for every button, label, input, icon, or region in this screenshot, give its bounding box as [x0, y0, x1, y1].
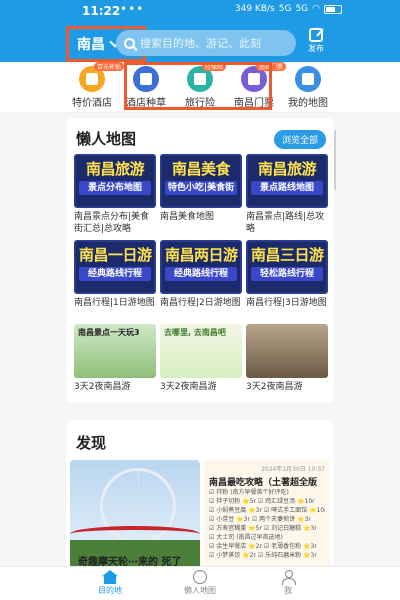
map-caption: 南昌行程|3日游地图 [246, 298, 327, 308]
map-card[interactable]: 3天2夜南昌游 [246, 324, 328, 405]
quick-item-label: 我的地图 [288, 98, 328, 109]
map-caption: 南昌行程|1日游地图 [74, 298, 155, 308]
note-date: 2024年1月30日 10:37 [261, 466, 325, 473]
note-line: ☑ 拌子切粉 ⭐5r ☑ 鸡汇绿豆汤 ⭐10r [209, 498, 315, 505]
section-title: 发现 [76, 434, 107, 452]
thumb-title: 南昌一日游 [79, 246, 152, 264]
photo-text: 去哪里, 去南昌吧 [164, 328, 226, 337]
map-thumbnail: 南昌美食 特色小吃|美食街 [160, 154, 242, 208]
photo-text: 南昌景点一天玩3 [78, 328, 140, 337]
nav-lazy-map[interactable]: 懒人地图 [170, 570, 230, 596]
nav-label: 懒人地图 [184, 586, 216, 595]
thumb-title: 南昌三日游 [251, 246, 324, 264]
map-caption: 南昌美食地图 [160, 212, 215, 222]
nav-label: 目的地 [98, 586, 122, 595]
map-photo [246, 324, 328, 378]
edit-icon [309, 28, 323, 42]
thumb-subtitle: 景点路线地图 [251, 181, 323, 195]
battery-icon [324, 4, 342, 14]
map-card[interactable]: 南昌景点一天玩3 3天2夜南昌游 [74, 324, 156, 405]
nav-label: 我 [284, 586, 292, 595]
publish-button[interactable]: 发布 [304, 28, 328, 54]
quick-item-label: 特价酒店 [72, 98, 112, 109]
publish-label: 发布 [308, 44, 324, 53]
map-card[interactable]: 南昌旅游 景点路线地图 南昌景点|路线|总攻略 [246, 154, 328, 235]
user-icon [281, 570, 296, 585]
quick-item-my-map[interactable]: 我的地图 [278, 66, 338, 109]
nav-me[interactable]: 我 [258, 570, 318, 596]
map-card[interactable]: 南昌美食 特色小吃|美食街 南昌美食地图 [160, 154, 242, 235]
discover-note-card[interactable]: 2024年1月30日 10:37 南昌最吃攻略（土著超全版 ☑ 拌粉 (南方早餐… [204, 460, 330, 570]
thumb-subtitle: 经典路线行程 [165, 267, 237, 281]
status-dots: ••• [120, 2, 145, 16]
network-speed: 349 KB/s [234, 4, 275, 14]
signal-5g-icon: 5G [278, 4, 292, 14]
thumb-subtitle: 经典路线行程 [79, 267, 151, 281]
thumb-title: 南昌旅游 [85, 160, 145, 178]
map-photo: 去哪里, 去南昌吧 [160, 324, 242, 378]
thumb-subtitle: 轻松路线行程 [251, 267, 323, 281]
thumb-subtitle: 特色小吃|美食街 [165, 181, 237, 195]
quick-item-hotel[interactable]: 百元补贴 特价酒店 [62, 62, 125, 109]
search-row: 南昌 搜索目的地、游记、此刻 发布 [0, 26, 400, 62]
note-line: ☑ 小焖煮豆腐 ⭐3r ☑ 啤式手工面馆 ⭐10r [209, 507, 325, 514]
scrollbar[interactable] [334, 130, 336, 190]
map-caption: 3天2夜南昌游 [74, 382, 131, 392]
map-card[interactable]: 去哪里, 去南昌吧 3天2夜南昌游 [160, 324, 242, 405]
map-caption: 3天2夜南昌游 [246, 382, 303, 392]
note-line: ☑ 万寿宫糊羹 ⭐5r ☑ 刘记白糖糕 ⭐3r [209, 525, 317, 532]
map-card[interactable]: 南昌旅游 景点分布地图 南昌景点分布|美食街汇总|总攻略 [74, 154, 156, 235]
map-caption: 3天2夜南昌游 [160, 382, 217, 392]
home-icon [102, 570, 118, 584]
top-header: 11:22 ••• 349 KB/s 5G 5G ◠ 南昌 搜索目的地、游记、此… [0, 0, 400, 62]
nav-destination[interactable]: 目的地 [80, 570, 140, 596]
map-thumbnail: 南昌一日游 经典路线行程 [74, 240, 156, 294]
map-caption: 南昌景点|路线|总攻略 [246, 212, 325, 234]
bottom-nav: 目的地 懒人地图 我 [0, 566, 400, 600]
map-thumbnail: 南昌旅游 景点分布地图 [74, 154, 156, 208]
signal-5g-2-icon: 5G [295, 4, 309, 14]
status-bar: 11:22 ••• 349 KB/s 5G 5G ◠ [0, 0, 400, 24]
map-caption: 南昌行程|2日游地图 [160, 298, 241, 308]
wifi-icon: ◠ [312, 4, 320, 14]
search-placeholder: 搜索目的地、游记、此刻 [140, 37, 261, 50]
search-icon [124, 37, 135, 49]
note-line: ☑ 小梦蒸饺 ⭐2r ☑ 乐纯石磨米粉 ⭐3r [209, 552, 317, 559]
thumb-title: 南昌旅游 [257, 160, 317, 178]
status-time: 11:22 [82, 4, 121, 18]
map-thumbnail: 南昌旅游 景点路线地图 [246, 154, 328, 208]
map-pin-icon [295, 66, 321, 92]
map-photo: 南昌景点一天玩3 [74, 324, 156, 378]
note-line: ☑ 拌粉 (南方早餐首个好评吃) [209, 489, 289, 496]
map-icon [193, 570, 207, 584]
map-card[interactable]: 南昌三日游 轻松路线行程 南昌行程|3日游地图 [246, 240, 328, 321]
thumb-title: 南昌美食 [171, 160, 231, 178]
discover-photo-card[interactable]: 奇趣摩天轮⋯来的 死了 [70, 460, 200, 570]
note-title: 南昌最吃攻略（土著超全版 [209, 478, 318, 488]
section-title: 懒人地图 [76, 130, 137, 148]
map-card[interactable]: 南昌一日游 经典路线行程 南昌行程|1日游地图 [74, 240, 156, 321]
map-card[interactable]: 南昌两日游 经典路线行程 南昌行程|2日游地图 [160, 240, 242, 321]
discover-section: 发现 奇趣摩天轮⋯来的 死了 2024年1月30日 10:37 南昌最吃攻略（土… [66, 420, 334, 570]
status-icons: 349 KB/s 5G 5G ◠ [235, 4, 342, 14]
lazy-map-section: 懒人地图 浏览全部 南昌旅游 景点分布地图 南昌景点分布|美食街汇总|总攻略 南… [66, 118, 334, 403]
map-thumbnail: 南昌两日游 经典路线行程 [160, 240, 242, 294]
note-line: ☑ 余生早餐店 ⭐2r ☑ 老薄香包粉 ⭐3r [209, 543, 317, 550]
highlight-box [124, 62, 272, 110]
search-input[interactable]: 搜索目的地、游记、此刻 [116, 30, 296, 56]
map-thumbnail: 南昌三日游 轻松路线行程 [246, 240, 328, 294]
note-line: ☑ 小芽豆 ⭐3r ☑ 两个夫妻煎饼 ⭐3r [209, 516, 311, 523]
thumb-subtitle: 景点分布地图 [79, 181, 151, 195]
thumb-title: 南昌两日游 [165, 246, 238, 264]
browse-all-button[interactable]: 浏览全部 [273, 130, 326, 149]
map-caption: 南昌景点分布|美食街汇总|总攻略 [74, 212, 150, 234]
note-line: ☑ 大土司 (南昌过早首选地) [209, 534, 283, 541]
city-label: 南昌 [77, 37, 105, 53]
